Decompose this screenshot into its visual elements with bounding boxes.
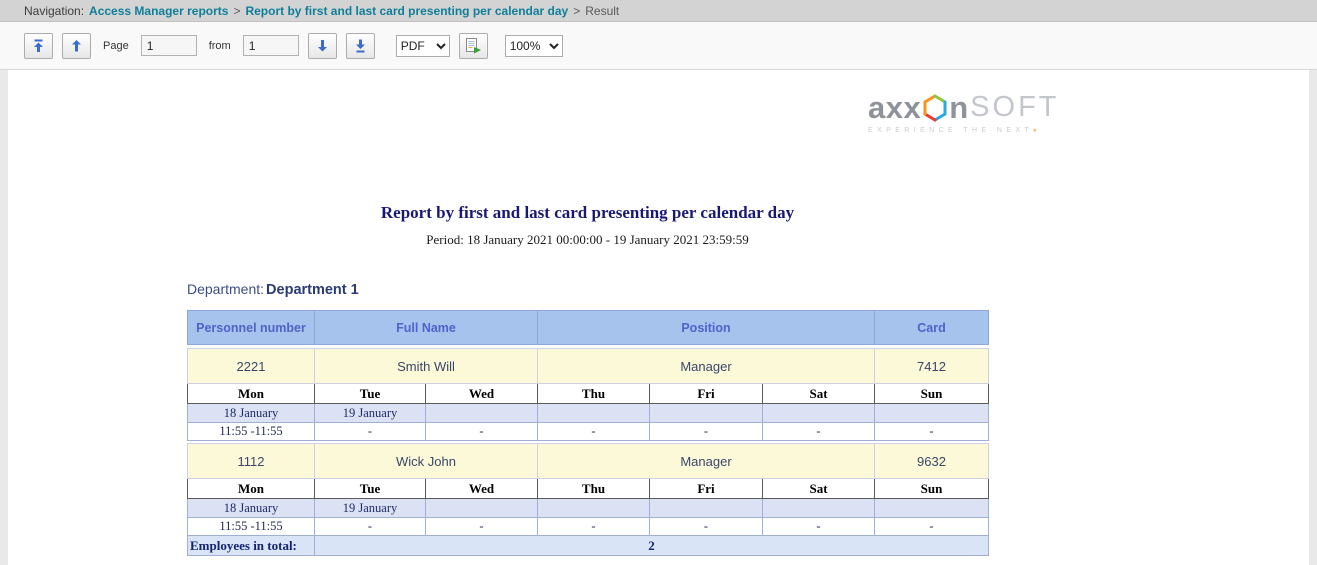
department-line: Department:Department 1 bbox=[187, 281, 988, 298]
report-toolbar: Page from PDF 100% bbox=[0, 22, 1317, 70]
date-cell-thu bbox=[538, 499, 650, 518]
day-header-wed: Wed bbox=[426, 479, 538, 499]
arrow-up-icon bbox=[70, 39, 83, 53]
time-cell-mon: 11:55 -11:55 bbox=[188, 423, 315, 441]
report-table: Personnel numberFull NamePositionCard222… bbox=[187, 310, 989, 556]
employee-personnel-number: 1112 bbox=[188, 444, 315, 479]
day-header-sun: Sun bbox=[875, 479, 989, 499]
breadcrumb-prefix: Navigation: bbox=[24, 4, 84, 18]
export-report-icon bbox=[465, 38, 482, 54]
employee-personnel-number: 2221 bbox=[188, 349, 315, 384]
day-header-mon: Mon bbox=[188, 479, 315, 499]
employee-card: 7412 bbox=[875, 349, 989, 384]
day-header-thu: Thu bbox=[538, 479, 650, 499]
breadcrumb-link-report[interactable]: Report by first and last card presenting… bbox=[245, 4, 568, 18]
day-header-tue: Tue bbox=[315, 479, 426, 499]
arrow-down-icon bbox=[316, 39, 329, 53]
logo-tagline-star: * bbox=[1033, 127, 1037, 137]
time-cell-sun: - bbox=[875, 423, 989, 441]
time-cell-tue: - bbox=[315, 423, 426, 441]
first-page-button[interactable] bbox=[24, 33, 53, 59]
employees-total-value: 2 bbox=[315, 536, 989, 556]
time-row: 11:55 -11:55------ bbox=[188, 518, 989, 536]
date-cell-tue: 19 January bbox=[315, 499, 426, 518]
column-header-position: Position bbox=[538, 311, 875, 345]
breadcrumb: Navigation: Access Manager reports > Rep… bbox=[0, 0, 1317, 22]
date-cell-mon: 18 January bbox=[188, 404, 315, 423]
date-cell-tue: 19 January bbox=[315, 404, 426, 423]
employees-total-label: Employees in total: bbox=[188, 536, 315, 556]
time-row: 11:55 -11:55------ bbox=[188, 423, 989, 441]
time-cell-sat: - bbox=[763, 423, 875, 441]
from-label: from bbox=[209, 40, 231, 52]
time-cell-tue: - bbox=[315, 518, 426, 536]
day-header-sat: Sat bbox=[763, 384, 875, 404]
day-header-fri: Fri bbox=[650, 384, 763, 404]
report-title: Report by first and last card presenting… bbox=[187, 203, 988, 223]
day-header-sat: Sat bbox=[763, 479, 875, 499]
department-value: Department 1 bbox=[266, 282, 359, 298]
export-button[interactable] bbox=[459, 33, 488, 59]
report-viewer-page: axx n SOFT EXPERIENCE THE NEXT* Report b… bbox=[8, 70, 1309, 565]
time-cell-mon: 11:55 -11:55 bbox=[188, 518, 315, 536]
page-input[interactable] bbox=[141, 35, 197, 56]
breadcrumb-separator: > bbox=[233, 4, 240, 18]
breadcrumb-link-access-manager-reports[interactable]: Access Manager reports bbox=[89, 4, 228, 18]
day-header-wed: Wed bbox=[426, 384, 538, 404]
last-page-button[interactable] bbox=[346, 33, 375, 59]
time-cell-fri: - bbox=[650, 518, 763, 536]
date-cell-sat bbox=[763, 499, 875, 518]
breadcrumb-current: Result bbox=[585, 4, 619, 18]
column-header-personnel-number: Personnel number bbox=[188, 311, 315, 345]
date-cell-thu bbox=[538, 404, 650, 423]
date-row: 18 January19 January bbox=[188, 499, 989, 518]
date-cell-fri bbox=[650, 499, 763, 518]
previous-page-button[interactable] bbox=[62, 33, 91, 59]
date-cell-wed bbox=[426, 404, 538, 423]
date-cell-mon: 18 January bbox=[188, 499, 315, 518]
employee-summary-row: 1112Wick JohnManager9632 bbox=[188, 444, 989, 479]
day-header-row: MonTueWedThuFriSatSun bbox=[188, 479, 989, 499]
day-header-row: MonTueWedThuFriSatSun bbox=[188, 384, 989, 404]
time-cell-sat: - bbox=[763, 518, 875, 536]
date-cell-fri bbox=[650, 404, 763, 423]
export-format-select[interactable]: PDF bbox=[396, 35, 450, 57]
date-cell-wed bbox=[426, 499, 538, 518]
department-label: Department: bbox=[187, 281, 264, 297]
next-page-button[interactable] bbox=[308, 33, 337, 59]
day-header-sun: Sun bbox=[875, 384, 989, 404]
arrow-down-to-bottom-icon bbox=[354, 39, 367, 53]
page-label: Page bbox=[103, 40, 129, 52]
employee-position: Manager bbox=[538, 349, 875, 384]
day-header-fri: Fri bbox=[650, 479, 763, 499]
date-cell-sun bbox=[875, 499, 989, 518]
column-header-card: Card bbox=[875, 311, 989, 345]
employee-card: 9632 bbox=[875, 444, 989, 479]
breadcrumb-separator: > bbox=[573, 4, 580, 18]
employee-full-name: Wick John bbox=[315, 444, 538, 479]
report-document: Report by first and last card presenting… bbox=[187, 70, 988, 556]
employee-full-name: Smith Will bbox=[315, 349, 538, 384]
day-header-mon: Mon bbox=[188, 384, 315, 404]
time-cell-thu: - bbox=[538, 518, 650, 536]
day-header-thu: Thu bbox=[538, 384, 650, 404]
time-cell-wed: - bbox=[426, 518, 538, 536]
date-row: 18 January19 January bbox=[188, 404, 989, 423]
time-cell-thu: - bbox=[538, 423, 650, 441]
employee-summary-row: 2221Smith WillManager7412 bbox=[188, 349, 989, 384]
day-header-tue: Tue bbox=[315, 384, 426, 404]
time-cell-sun: - bbox=[875, 518, 989, 536]
arrow-up-to-top-icon bbox=[32, 39, 45, 53]
time-cell-wed: - bbox=[426, 423, 538, 441]
date-cell-sun bbox=[875, 404, 989, 423]
date-cell-sat bbox=[763, 404, 875, 423]
employees-total-row: Employees in total:2 bbox=[188, 536, 989, 556]
time-cell-fri: - bbox=[650, 423, 763, 441]
column-header-full-name: Full Name bbox=[315, 311, 538, 345]
table-header-row: Personnel numberFull NamePositionCard bbox=[188, 311, 989, 345]
total-pages-input[interactable] bbox=[243, 35, 299, 56]
report-period: Period: 18 January 2021 00:00:00 - 19 Ja… bbox=[187, 232, 988, 248]
zoom-select[interactable]: 100% bbox=[505, 35, 563, 57]
employee-position: Manager bbox=[538, 444, 875, 479]
